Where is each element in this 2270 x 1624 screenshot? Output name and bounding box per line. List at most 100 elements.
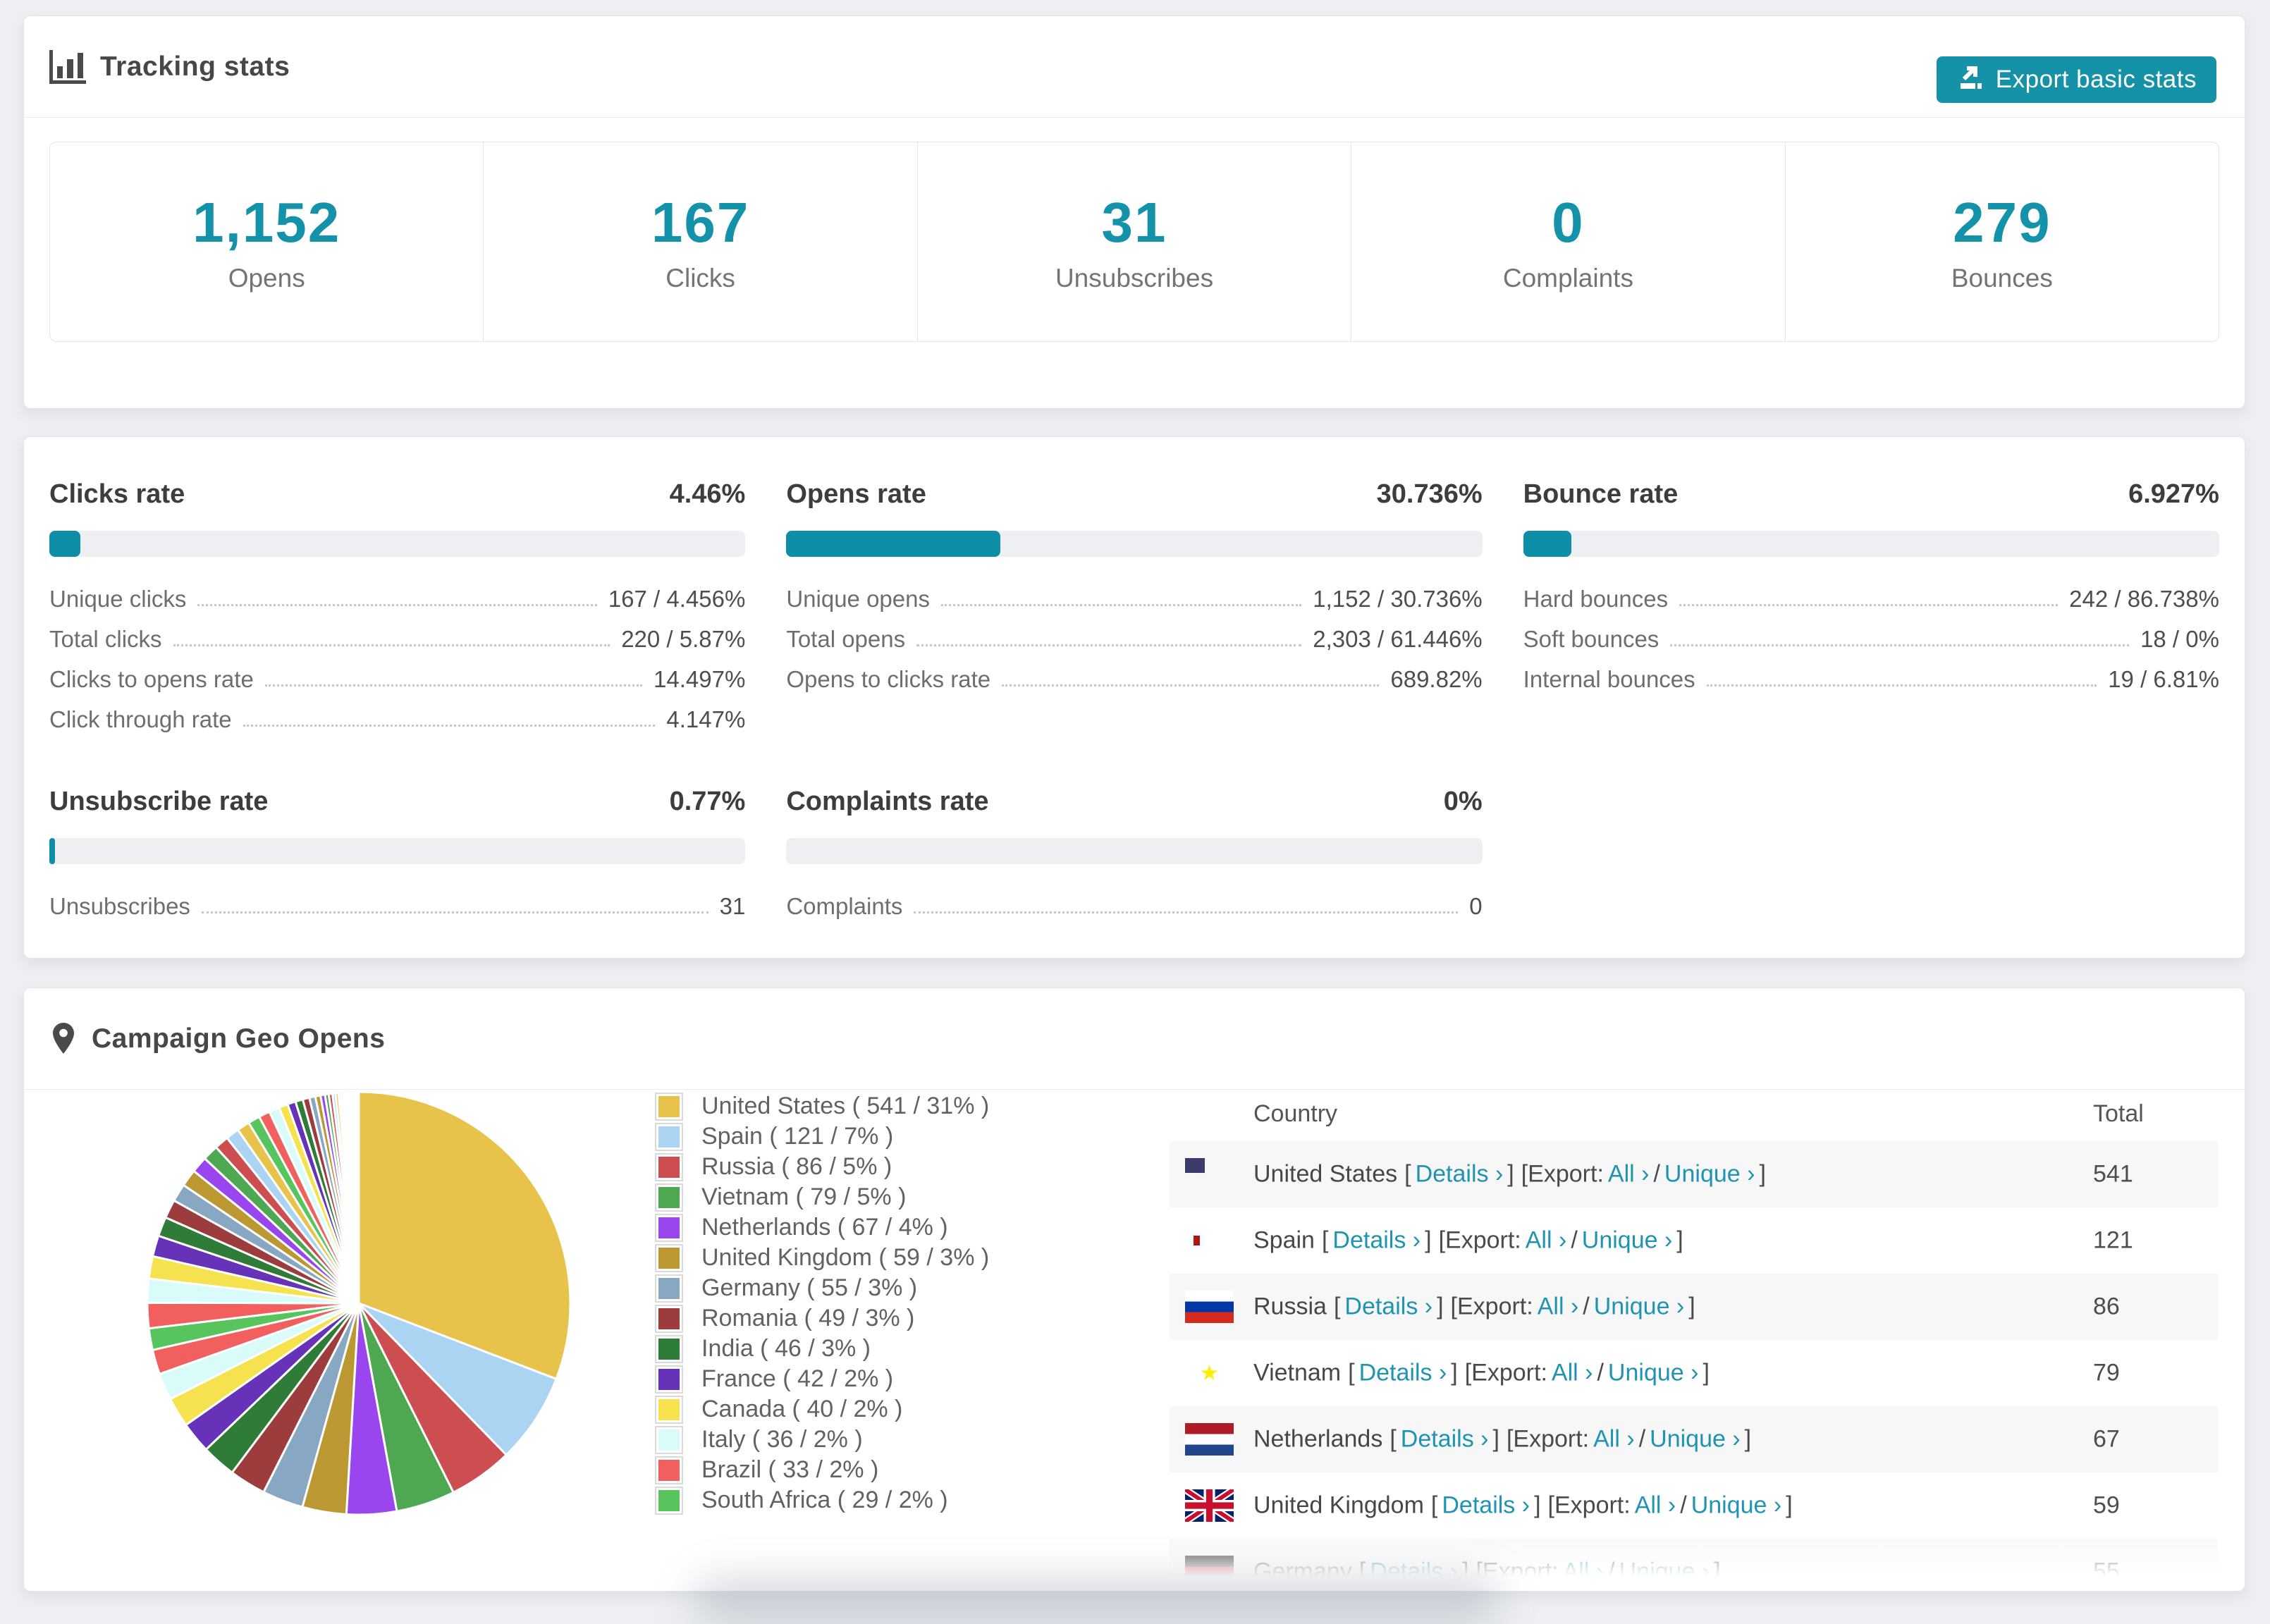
legend-item-spain: Spain ( 121 / 7% ) (655, 1121, 989, 1152)
unsubscribe-rate-percent: 0.77% (669, 787, 746, 816)
legend-label: Romania ( 49 / 3% ) (701, 1305, 915, 1331)
dotted-leader (264, 684, 643, 687)
legend-swatch (655, 1122, 683, 1151)
row-label: Total clicks (49, 626, 162, 652)
clicks-rate-percent: 4.46% (669, 479, 746, 509)
stat-opens: 1,152 Opens (50, 142, 483, 341)
export-unique-link[interactable]: Unique › (1650, 1426, 1741, 1453)
slash: / (1597, 1359, 1604, 1386)
row-label: Internal bounces (1523, 666, 1695, 692)
legend-item-france: France ( 42 / 2% ) (655, 1364, 989, 1394)
export-all-link[interactable]: All › (1593, 1426, 1635, 1453)
bounce-rate-title: Bounce rate (1523, 479, 1679, 509)
export-unique-link[interactable]: Unique › (1691, 1492, 1782, 1519)
export-prefix: [Export: (1450, 1293, 1533, 1320)
tracking-stats-header: Tracking stats Export basic stats (24, 16, 2245, 118)
row-value: 19 / 6.81% (2108, 666, 2219, 692)
slash: / (1608, 1558, 1615, 1585)
row-value: 220 / 5.87% (621, 626, 746, 652)
legend-label: Italy ( 36 / 2% ) (701, 1426, 863, 1453)
export-all-link[interactable]: All › (1608, 1161, 1650, 1188)
legend-label: Spain ( 121 / 7% ) (701, 1123, 894, 1150)
export-all-link[interactable]: All › (1552, 1360, 1593, 1386)
legend-item-vietnam: Vietnam ( 79 / 5% ) (655, 1182, 989, 1212)
bracket: ] (1492, 1425, 1499, 1453)
row-value: 18 / 0% (2140, 626, 2219, 652)
legend-item-russia: Russia ( 86 / 5% ) (655, 1152, 989, 1182)
export-prefix: [Export: (1464, 1359, 1547, 1386)
country-total: 121 (2093, 1226, 2133, 1254)
opens-rate-bar (786, 531, 1483, 557)
geo-title: Campaign Geo Opens (92, 1023, 386, 1054)
row-value: 0 (1469, 893, 1483, 919)
export-prefix: [Export: (1521, 1160, 1604, 1188)
pie-slice-other[interactable] (357, 1090, 360, 1305)
details-link[interactable]: Details › (1401, 1426, 1489, 1453)
details-link[interactable]: Details › (1359, 1360, 1447, 1386)
bracket: ] (1676, 1226, 1683, 1254)
country-total: 86 (2093, 1293, 2120, 1320)
export-icon (1956, 63, 1984, 97)
column-header-country: Country (1253, 1100, 1338, 1127)
bottom-shadow-smudge (694, 1579, 1498, 1624)
clicks-rate-title: Clicks rate (49, 479, 185, 509)
export-all-link[interactable]: All › (1538, 1293, 1579, 1320)
export-all-link[interactable]: All › (1635, 1492, 1676, 1519)
export-unique-link[interactable]: Unique › (1664, 1161, 1755, 1188)
slash: / (1653, 1160, 1660, 1188)
complaints-rate-percent: 0% (1443, 787, 1483, 816)
export-unique-link[interactable]: Unique › (1594, 1293, 1685, 1320)
row-value: 1,152 / 30.736% (1313, 586, 1483, 612)
stat-bounces: 279 Bounces (1784, 142, 2219, 341)
country-name: Netherlands (1253, 1425, 1383, 1453)
row-label: Complaints (786, 893, 903, 919)
legend-swatch (655, 1486, 683, 1515)
table-row-united-states: United States[Details ›] [Export: All › / Un… (1170, 1141, 2218, 1207)
country-total: 541 (2093, 1160, 2133, 1188)
legend-item-canada: Canada ( 40 / 2% ) (655, 1394, 989, 1425)
details-link[interactable]: Details › (1416, 1161, 1504, 1188)
details-link[interactable]: Details › (1442, 1492, 1530, 1519)
details-link[interactable]: Details › (1344, 1293, 1432, 1320)
opens-rate-block: Opens rate 30.736% Unique opens 1,152 / 3… (786, 479, 1483, 733)
details-link[interactable]: Details › (1332, 1227, 1421, 1254)
row-label: Click through rate (49, 706, 232, 732)
slash: / (1680, 1491, 1687, 1519)
legend-item-romania: Romania ( 49 / 3% ) (655, 1303, 989, 1334)
export-unique-link[interactable]: Unique › (1608, 1360, 1699, 1386)
unsubscribe-rate-title: Unsubscribe rate (49, 787, 269, 816)
table-row-russia: Russia[Details ›] [Export: All › / Unique ›]… (1170, 1274, 2218, 1340)
row-label: Unique opens (786, 586, 930, 612)
bracket: [ (1404, 1160, 1411, 1188)
row-label: Unique clicks (49, 586, 187, 612)
export-all-link[interactable]: All › (1563, 1558, 1605, 1585)
legend-label: Russia ( 86 / 5% ) (701, 1153, 892, 1180)
export-unique-link[interactable]: Unique › (1619, 1558, 1710, 1585)
export-unique-link[interactable]: Unique › (1582, 1227, 1673, 1254)
country-total: 67 (2093, 1425, 2120, 1453)
dotted-leader (1679, 604, 2059, 606)
dotted-leader (1670, 644, 2130, 646)
table-row-spain: Spain[Details ›] [Export: All › / Unique ›] … (1170, 1207, 2218, 1274)
complaints-rate-block: Complaints rate 0% Complaints 0 (786, 787, 1483, 920)
complaints-rate-title: Complaints rate (786, 787, 989, 816)
legend-item-netherlands: Netherlands ( 67 / 4% ) (655, 1212, 989, 1243)
export-basic-stats-button[interactable]: Export basic stats (1936, 56, 2216, 103)
legend-item-south-africa: South Africa ( 29 / 2% ) (655, 1485, 989, 1515)
row-value: 2,303 / 61.446% (1313, 626, 1483, 652)
page-title: Tracking stats (100, 51, 290, 82)
rates-grid: Clicks rate 4.46% Unique clicks 167 / 4.4… (24, 437, 2245, 920)
stat-complaints-label: Complaints (1502, 264, 1633, 293)
bracket: ] (1744, 1425, 1752, 1453)
slash: / (1571, 1226, 1578, 1254)
bracket: ] (1703, 1359, 1710, 1386)
legend-swatch (655, 1152, 683, 1181)
legend-item-united-kingdom: United Kingdom ( 59 / 3% ) (655, 1243, 989, 1273)
export-all-link[interactable]: All › (1526, 1227, 1567, 1254)
stat-bounces-label: Bounces (1951, 264, 2053, 293)
dotted-leader (916, 644, 1302, 646)
export-prefix: [Export: (1506, 1425, 1590, 1453)
legend-swatch (655, 1456, 683, 1484)
stat-opens-label: Opens (228, 264, 305, 293)
legend-label: United States ( 541 / 31% ) (701, 1093, 990, 1119)
